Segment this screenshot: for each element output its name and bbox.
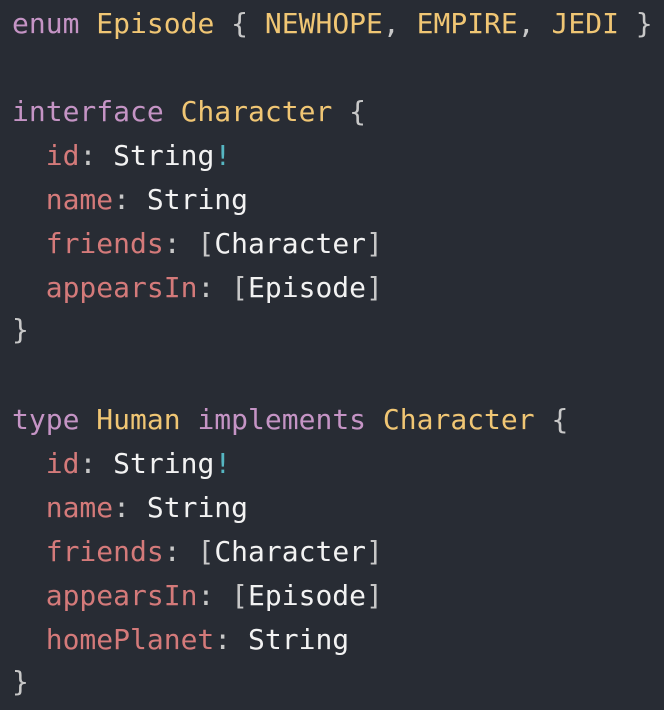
code-line: appearsIn: [Episode] <box>12 578 383 614</box>
code-token: ] <box>366 579 383 612</box>
code-token: : <box>79 139 114 172</box>
code-token: Human <box>96 403 181 436</box>
code-token: friends <box>45 535 164 568</box>
code-token: [ <box>197 227 215 260</box>
code-token: JEDI <box>551 7 619 40</box>
code-token: name <box>45 183 114 216</box>
code-token: , <box>382 7 417 40</box>
code-line: friends: [Character] <box>12 226 383 262</box>
code-token: } <box>635 7 653 40</box>
code-line: appearsIn: [Episode] <box>12 270 383 306</box>
code-token: friends <box>45 227 164 260</box>
code-token: : <box>197 579 232 612</box>
code-token: String <box>113 139 215 172</box>
code-line: id: String! <box>12 446 231 482</box>
code-token: Episode <box>96 7 215 40</box>
code-token: Character <box>214 535 367 568</box>
code-token: [ <box>197 535 215 568</box>
code-token: : <box>163 227 198 260</box>
code-token: ! <box>214 447 232 480</box>
code-token: : <box>163 535 198 568</box>
code-token: EMPIRE <box>416 7 518 40</box>
code-token: ] <box>366 227 383 260</box>
code-line: } <box>12 312 29 348</box>
code-line: interface Character { <box>12 94 366 130</box>
code-token: ! <box>214 139 232 172</box>
code-line: homePlanet: String <box>12 622 349 658</box>
code-line: id: String! <box>12 138 231 174</box>
code-token: [ <box>231 271 249 304</box>
code-token: String <box>146 491 249 524</box>
code-token: [ <box>231 579 249 612</box>
code-token: Episode <box>248 271 367 304</box>
code-line: enum Episode { NEWHOPE, EMPIRE, JEDI } <box>12 6 653 42</box>
code-token: name <box>45 491 114 524</box>
code-token: } <box>12 313 29 346</box>
code-line: } <box>12 664 29 700</box>
code-token: id <box>45 447 80 480</box>
code-token: implements <box>197 403 367 436</box>
code-token: : <box>214 623 249 656</box>
code-token: type <box>12 403 80 436</box>
code-token: Episode <box>248 579 367 612</box>
code-line: friends: [Character] <box>12 534 383 570</box>
code-token: String <box>113 447 215 480</box>
code-token: ] <box>366 535 383 568</box>
code-token: homePlanet <box>45 623 215 656</box>
code-token: Character <box>214 227 367 260</box>
code-line: name: String <box>12 490 248 526</box>
code-token: Character <box>382 403 535 436</box>
code-token: { <box>231 7 249 40</box>
code-token: enum <box>12 7 80 40</box>
code-token: , <box>517 7 552 40</box>
code-token: appearsIn <box>45 271 198 304</box>
code-token: interface <box>12 95 164 128</box>
code-token: { <box>551 403 569 436</box>
code-line: name: String <box>12 182 248 218</box>
code-token: id <box>45 139 80 172</box>
code-token: ] <box>366 271 383 304</box>
code-token: NEWHOPE <box>264 7 383 40</box>
code-token: : <box>113 183 147 216</box>
code-token: : <box>79 447 114 480</box>
code-token: { <box>349 95 367 128</box>
code-token: : <box>113 491 147 524</box>
code-token: String <box>146 183 249 216</box>
code-editor[interactable]: enum Episode { NEWHOPE, EMPIRE, JEDI } in… <box>0 0 664 710</box>
code-token: appearsIn <box>45 579 198 612</box>
code-line: type Human implements Character { <box>12 402 568 438</box>
code-token: : <box>197 271 232 304</box>
code-token: } <box>12 665 29 698</box>
code-token: String <box>248 623 350 656</box>
code-token: Character <box>180 95 333 128</box>
